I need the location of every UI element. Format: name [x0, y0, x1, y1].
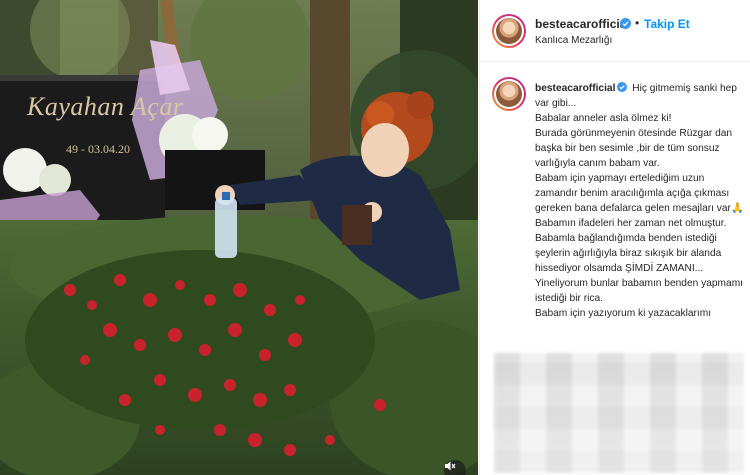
post-header: besteacarofficial • Takip Et Kanlıca Mez… [480, 0, 750, 62]
post-sidebar: besteacarofficial • Takip Et Kanlıca Mez… [479, 0, 750, 475]
caption-fade [480, 348, 750, 475]
headstone-dates: 49 - 03.04.20 [66, 142, 130, 156]
caption-line: Babam için yapmayı ertelediğim uzun zama… [535, 173, 744, 214]
profile-photo [496, 81, 522, 107]
header-username[interactable]: besteacarofficial [535, 17, 630, 31]
caption-line: Yineliyorum bunlar babamın benden yapmam… [535, 278, 744, 304]
caption-username[interactable]: besteacarofficial [535, 83, 615, 94]
grave-photo [0, 0, 478, 475]
verified-badge-icon [617, 82, 628, 92]
post-media[interactable]: Kayahan Açar 49 - 03.04.20 [0, 0, 478, 475]
headstone-name: Kayahan Açar [27, 92, 184, 121]
speaker-muted-icon [445, 461, 456, 471]
caption-avatar[interactable] [492, 77, 526, 111]
verified-badge-icon [620, 18, 631, 29]
caption-line: Babam için yazıyorum ki yazacaklarımı [535, 308, 712, 319]
caption-area: besteacarofficial Hiç gitmemiş sanki hep… [480, 63, 750, 475]
profile-photo [496, 18, 522, 44]
avatar[interactable] [492, 14, 526, 48]
caption-line: Babamla bağlandığımda benden istediği şe… [535, 233, 722, 274]
mute-button[interactable] [444, 460, 466, 475]
instagram-post-view: Kayahan Açar 49 - 03.04.20 besteacaroffi… [0, 0, 750, 475]
caption-line: Burada görünmeyenin ötesinde Rüzgar dan … [535, 128, 733, 169]
follow-button[interactable]: Takip Et [644, 17, 690, 31]
caption-line: Babalar anneler asla ölmez ki! [535, 113, 672, 124]
post-caption: besteacarofficial Hiç gitmemiş sanki hep… [535, 81, 747, 321]
caption-line: Babamın ifadeleri her zaman net olmuştur… [535, 218, 727, 229]
post-location[interactable]: Kanlıca Mezarlığı [535, 35, 612, 46]
separator-dot: • [635, 16, 640, 30]
